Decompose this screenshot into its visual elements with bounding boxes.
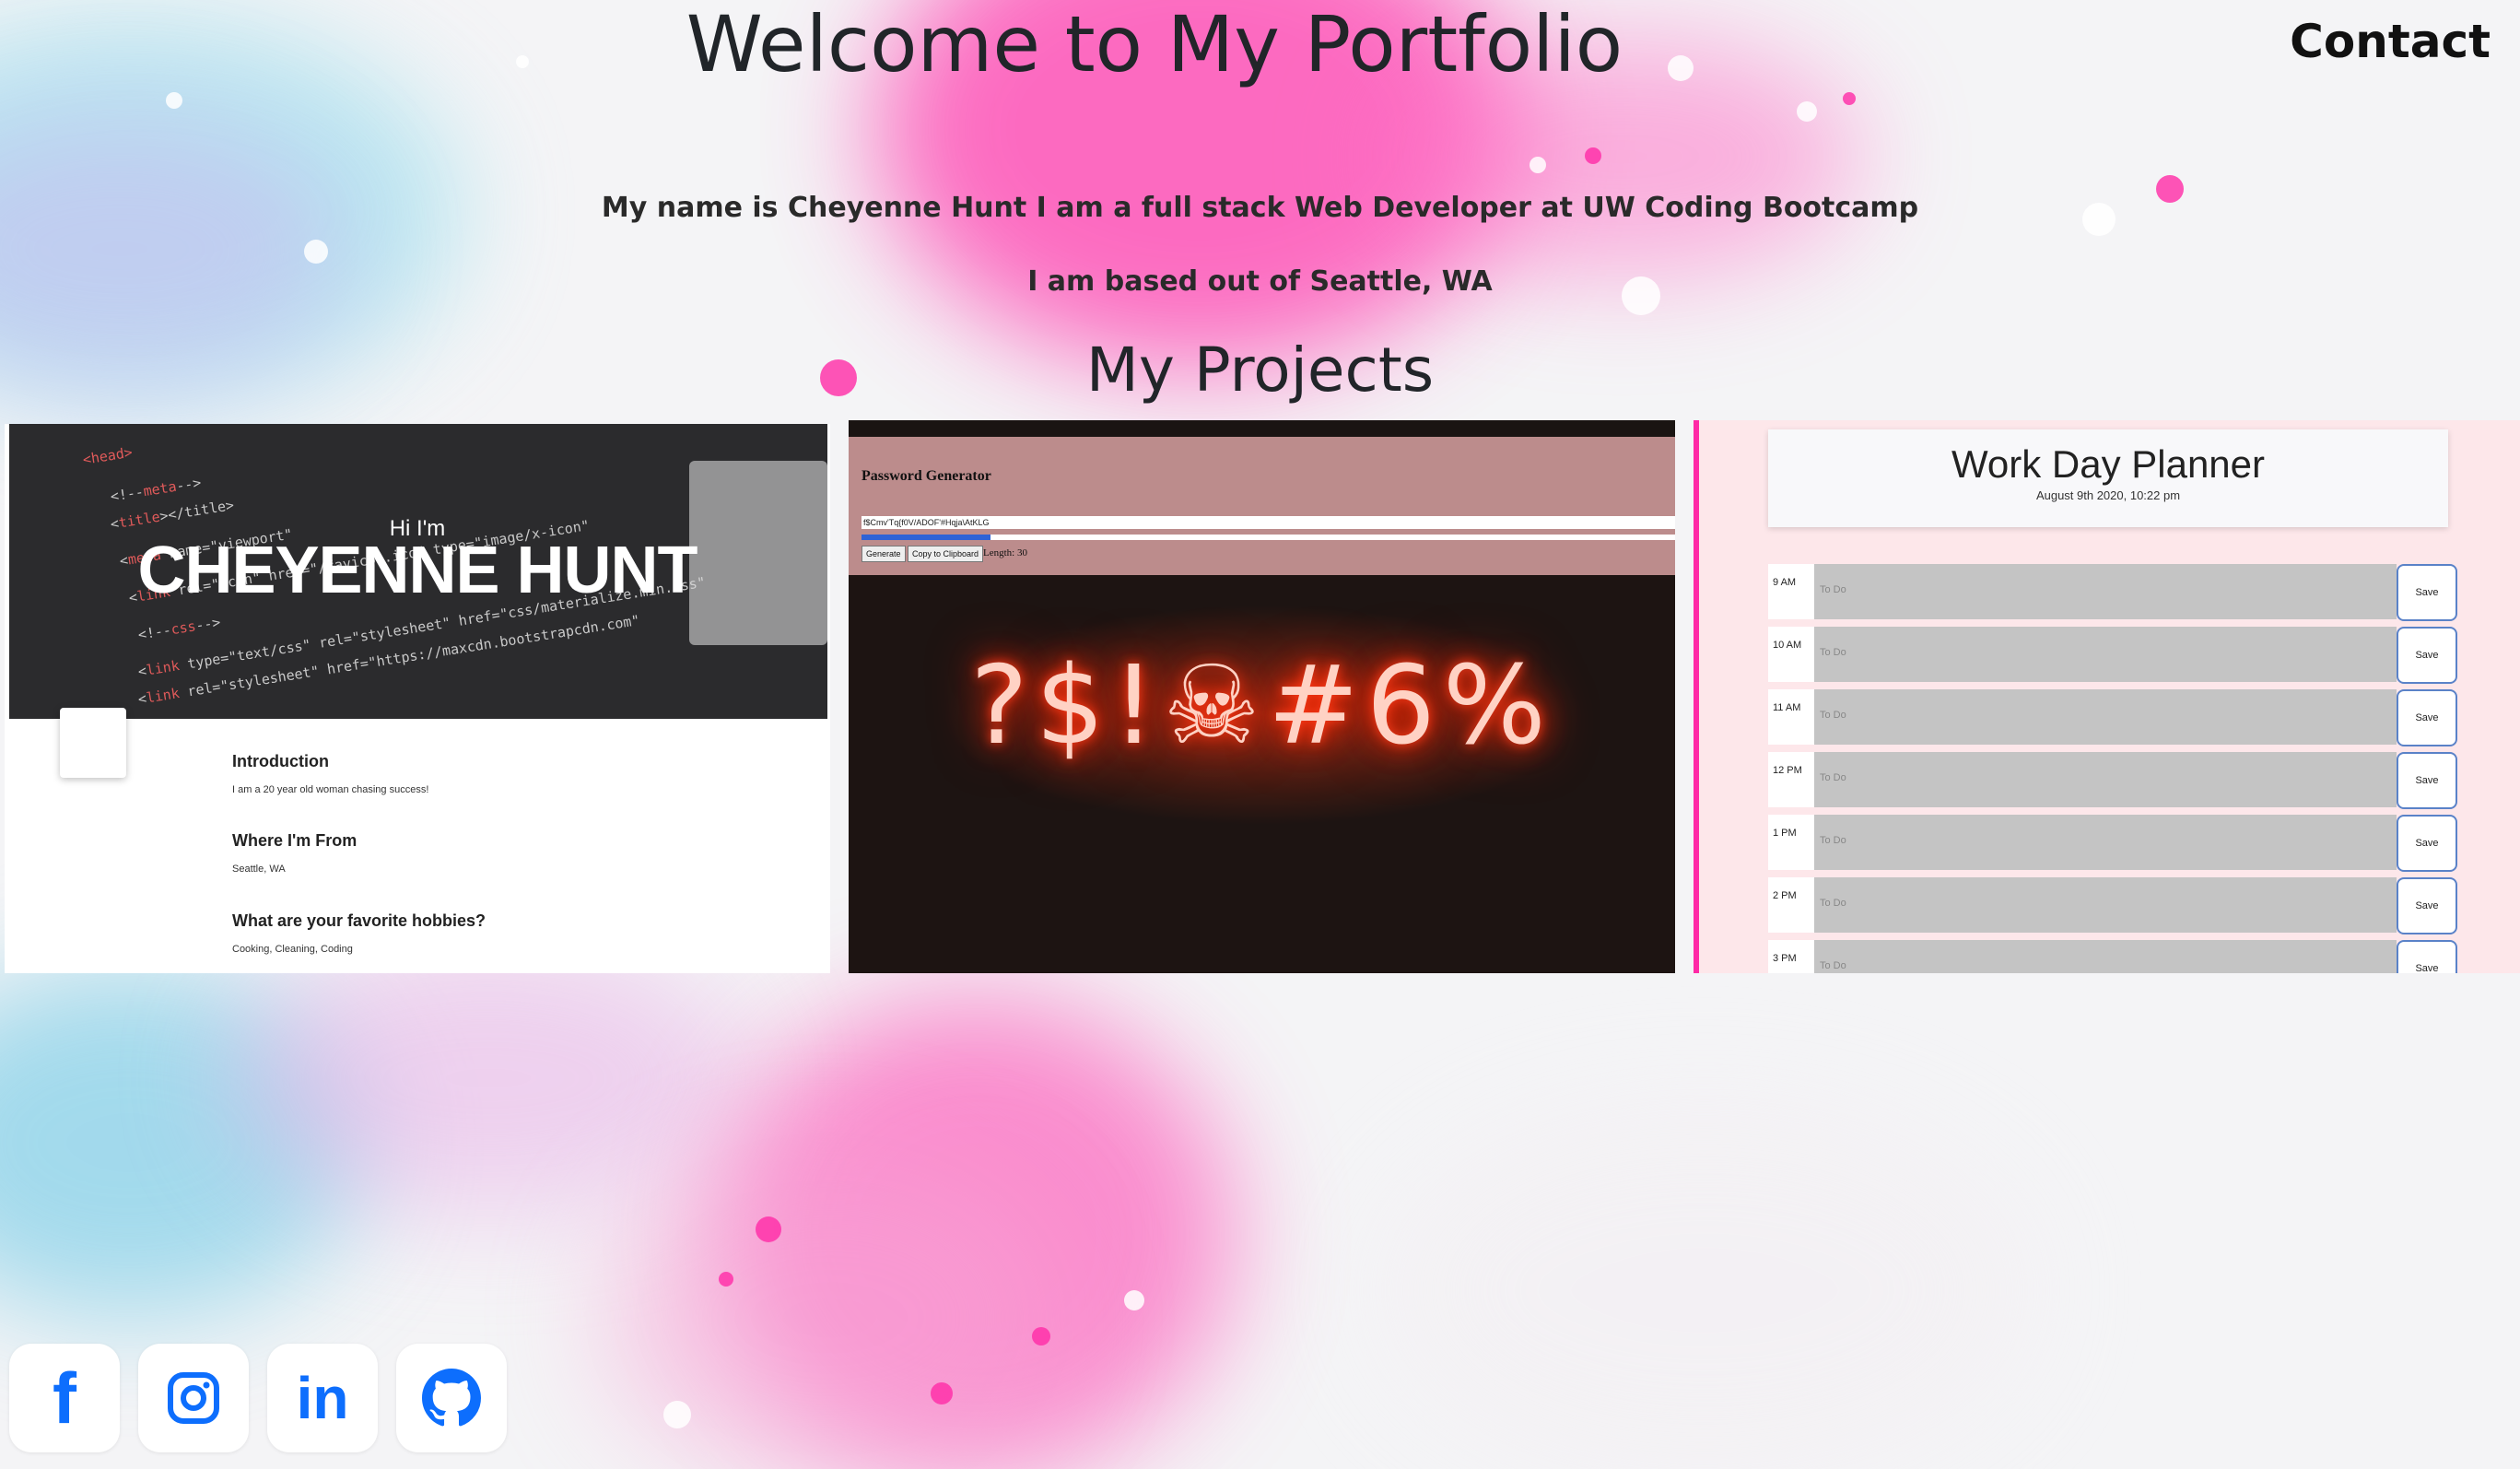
copy-button: Copy to Clipboard bbox=[908, 546, 984, 562]
password-output: f$Cmv'Tq{f0V/ADOF'#Hqja\AtKLG bbox=[861, 516, 1675, 529]
generate-button: Generate bbox=[861, 546, 906, 562]
todo-field: To Do bbox=[1814, 752, 2397, 807]
facebook-link[interactable]: f bbox=[9, 1344, 120, 1452]
save-button: Save bbox=[2397, 689, 2457, 746]
planner-row: 9 AM To Do Save bbox=[1768, 564, 2457, 621]
save-button: Save bbox=[2397, 940, 2457, 973]
planner-row: 3 PM To Do Save bbox=[1768, 940, 2457, 973]
intro-section: Introduction I am a 20 year old woman ch… bbox=[232, 752, 429, 795]
length-slider bbox=[861, 535, 1675, 540]
avatar bbox=[60, 708, 126, 778]
linkedin-link[interactable]: in bbox=[267, 1344, 378, 1452]
planner-date: August 9th 2020, 10:22 pm bbox=[2035, 488, 2181, 502]
hour-label: 2 PM bbox=[1768, 877, 1814, 933]
todo-field: To Do bbox=[1814, 815, 2397, 870]
save-button: Save bbox=[2397, 752, 2457, 809]
hour-label: 9 AM bbox=[1768, 564, 1814, 619]
projects-carousel: <head> <!--meta--> <title></title> <meta… bbox=[0, 420, 2520, 973]
hero-name: CHEYENNE HUNT bbox=[137, 534, 697, 607]
planner-title: Work Day Planner bbox=[1951, 442, 2266, 486]
hour-label: 11 AM bbox=[1768, 689, 1814, 745]
planner-row: 1 PM To Do Save bbox=[1768, 815, 2457, 872]
planner-header: Work Day Planner August 9th 2020, 10:22 … bbox=[1768, 429, 2448, 527]
length-label: Length: 30 bbox=[983, 547, 1027, 558]
save-button: Save bbox=[2397, 564, 2457, 621]
todo-field: To Do bbox=[1814, 940, 2397, 973]
planner-row: 12 PM To Do Save bbox=[1768, 752, 2457, 809]
todo-field: To Do bbox=[1814, 627, 2397, 682]
hour-label: 10 AM bbox=[1768, 627, 1814, 682]
todo-field: To Do bbox=[1814, 877, 2397, 933]
generator-title: Password Generator bbox=[861, 468, 991, 484]
instagram-link[interactable] bbox=[138, 1344, 249, 1452]
project-card-password-generator[interactable]: Password Generator f$Cmv'Tq{f0V/ADOF'#Hq… bbox=[849, 420, 1675, 973]
hour-label: 12 PM bbox=[1768, 752, 1814, 807]
facebook-icon: f bbox=[53, 1357, 76, 1439]
planner-row: 11 AM To Do Save bbox=[1768, 689, 2457, 746]
contact-link[interactable]: Contact bbox=[2290, 15, 2491, 68]
instagram-icon bbox=[168, 1372, 219, 1424]
save-button: Save bbox=[2397, 877, 2457, 934]
intro-text: My name is Cheyenne Hunt I am a full sta… bbox=[601, 192, 1919, 224]
hobbies-section: What are your favorite hobbies? Cooking,… bbox=[232, 911, 486, 955]
projects-heading: My Projects bbox=[1085, 335, 1435, 405]
project-card-work-day-planner[interactable]: Work Day Planner August 9th 2020, 10:22 … bbox=[1694, 420, 2520, 973]
hour-label: 3 PM bbox=[1768, 940, 1814, 973]
linkedin-icon: in bbox=[296, 1365, 349, 1431]
project-card-portfolio[interactable]: <head> <!--meta--> <title></title> <meta… bbox=[5, 424, 830, 973]
neon-sign-image: ?$!☠#6% bbox=[970, 641, 1553, 769]
hour-label: 1 PM bbox=[1768, 815, 1814, 870]
page-title: Welcome to My Portfolio bbox=[686, 0, 1623, 89]
location-text: I am based out of Seattle, WA bbox=[1027, 265, 1493, 298]
todo-field: To Do bbox=[1814, 689, 2397, 745]
planner-row: 2 PM To Do Save bbox=[1768, 877, 2457, 934]
from-section: Where I'm From Seattle, WA bbox=[232, 831, 357, 875]
planner-row: 10 AM To Do Save bbox=[1768, 627, 2457, 684]
save-button: Save bbox=[2397, 627, 2457, 684]
save-button: Save bbox=[2397, 815, 2457, 872]
todo-field: To Do bbox=[1814, 564, 2397, 619]
github-link[interactable] bbox=[396, 1344, 507, 1452]
github-icon bbox=[422, 1369, 481, 1427]
